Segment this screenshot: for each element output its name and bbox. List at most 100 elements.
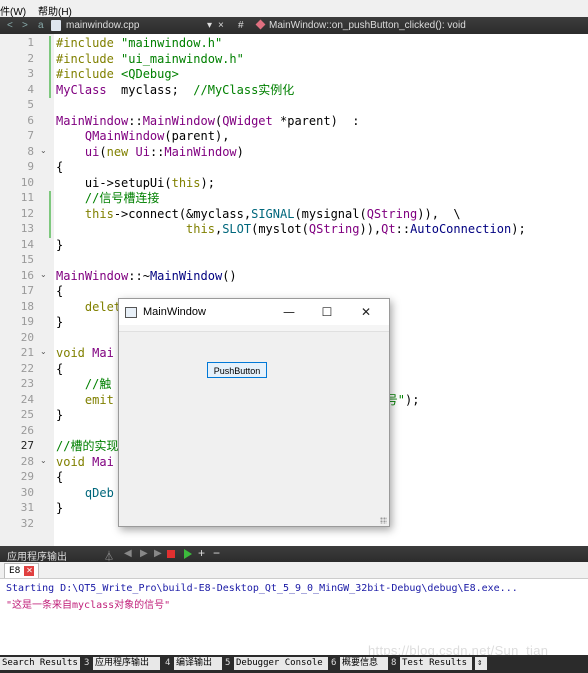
code-line: { <box>56 361 64 376</box>
code-line: #include "mainwindow.h" <box>56 36 223 50</box>
output-tab-e8[interactable]: E8 ✕ <box>4 563 40 578</box>
menu-help[interactable]: 帮助(H) <box>38 3 72 18</box>
code-line: } <box>56 408 64 422</box>
line-number: 27 <box>20 439 34 452</box>
fold-toggle-icon[interactable]: ⌄ <box>40 270 47 279</box>
code-line: #include "ui_mainwindow.h" <box>56 51 244 66</box>
line-number: 18 <box>20 299 34 313</box>
editor-toolbar: < > a mainwindow.cpp ▾ × # MainWindow::o… <box>0 17 588 34</box>
line-number: 4 <box>27 82 34 96</box>
line-number: 9 <box>27 160 34 173</box>
code-line: this->connect(&myclass,SIGNAL(mysignal(Q… <box>84 206 461 221</box>
function-icon <box>255 19 266 30</box>
zoom-in-icon[interactable]: + <box>198 546 205 560</box>
play-icon[interactable]: ▶ <box>154 548 162 559</box>
status-bar: Search Results 3 应用程序输出 4 编译输出 5 Debugge… <box>0 655 588 673</box>
menu-window[interactable]: 件(W) <box>0 3 26 18</box>
line-number: 10 <box>20 175 34 189</box>
filter-icon[interactable]: ⏃ <box>104 548 114 563</box>
file-dropdown-icon[interactable]: ▾ <box>207 20 212 31</box>
line-number: 31 <box>20 501 34 514</box>
output-panel-header: 应用程序输出 ⏃ ◀ ▶ ▶ + − <box>0 546 588 563</box>
code-line: { <box>56 284 64 298</box>
resize-grip[interactable] <box>380 517 387 524</box>
output-line: Starting D:\QT5_Write_Pro\build-E8-Deskt… <box>6 583 518 594</box>
line-number: 19 <box>20 315 34 328</box>
push-button[interactable]: PushButton <box>207 362 267 378</box>
symbol-hash-icon: # <box>238 20 244 31</box>
run-icon[interactable] <box>184 549 192 559</box>
pane-compile-output[interactable]: 编译输出 <box>174 657 222 670</box>
line-number: 20 <box>20 330 34 344</box>
line-number: 5 <box>27 98 34 111</box>
line-number: 11 <box>20 191 34 204</box>
line-number: 17 <box>20 284 34 297</box>
prev-icon[interactable]: ◀ <box>124 548 132 559</box>
dialog-menubar <box>119 325 389 332</box>
pane-general-messages[interactable]: 概要信息 <box>340 657 388 670</box>
symbol-selector[interactable]: MainWindow::on_pushButton_clicked(): voi… <box>269 20 466 31</box>
file-selector[interactable]: mainwindow.cpp <box>66 20 139 31</box>
code-line: void Mai <box>56 454 114 469</box>
change-marker <box>49 36 51 98</box>
forward-icon[interactable]: > <box>22 20 28 31</box>
line-number: 23 <box>20 377 34 390</box>
close-button[interactable]: ✕ <box>356 303 376 321</box>
code-line: { <box>56 160 64 174</box>
minimize-button[interactable]: — <box>279 303 299 321</box>
more-panes-icon[interactable]: ⇕ <box>475 657 487 670</box>
pane-number: 8 <box>391 658 397 668</box>
back-icon[interactable]: < <box>7 20 13 31</box>
line-number: 13 <box>20 222 34 235</box>
line-number: 7 <box>27 129 34 142</box>
line-number: 22 <box>20 361 34 375</box>
line-number: 28 <box>20 454 34 468</box>
pane-debugger-console[interactable]: Debugger Console <box>234 657 328 670</box>
code-line: void Mai <box>56 346 114 360</box>
output-panel-title: 应用程序输出 <box>7 552 67 563</box>
fold-toggle-icon[interactable]: ⌄ <box>40 347 47 356</box>
pane-app-output[interactable]: 应用程序输出 <box>93 657 160 670</box>
dialog-titlebar[interactable]: MainWindow — ☐ ✕ <box>119 299 389 325</box>
close-tab-icon[interactable]: ✕ <box>24 565 35 576</box>
window-icon <box>125 307 137 318</box>
line-number: 29 <box>20 470 34 483</box>
code-line: { <box>56 470 64 484</box>
code-line: qDeb <box>84 485 114 500</box>
line-number: 26 <box>20 423 34 437</box>
stop-icon[interactable] <box>167 550 175 558</box>
line-number: 25 <box>20 408 34 421</box>
code-line: //信号槽连接 <box>84 191 160 205</box>
zoom-out-icon[interactable]: − <box>213 546 220 560</box>
code-line: MyClass myclass; //MyClass实例化 <box>56 82 295 97</box>
line-number: 8 <box>27 144 34 158</box>
code-line: ui(new Ui::MainWindow) <box>84 144 244 159</box>
code-line: #include <QDebug> <box>56 67 179 81</box>
output-line: "这是一条来自myclass对象的信号" <box>6 600 171 611</box>
line-number: 24 <box>20 392 34 406</box>
close-file-icon[interactable]: × <box>218 20 224 31</box>
mainwindow-dialog[interactable]: MainWindow — ☐ ✕ PushButton <box>118 298 390 527</box>
line-number: 15 <box>20 253 34 266</box>
fold-toggle-icon[interactable]: ⌄ <box>40 456 47 465</box>
fold-toggle-icon[interactable]: ⌄ <box>40 146 47 155</box>
maximize-button[interactable]: ☐ <box>317 303 337 321</box>
line-number-gutter: 1 2 3 4 5 6 7 8 ⌄ 9 10 11 12 13 14 15 16 ⌄ 17 18 19 20 21 ⌄ 22 23… <box>0 34 54 546</box>
code-line: ui->setupUi(this); <box>56 175 215 190</box>
next-icon[interactable]: ▶ <box>140 548 148 559</box>
output-tabs: E8 ✕ <box>0 562 588 579</box>
pane-number: 6 <box>331 658 337 668</box>
pane-test-results[interactable]: Test Results <box>400 657 472 670</box>
pane-number: 4 <box>165 658 171 668</box>
output-tab-label: E8 <box>9 566 21 576</box>
code-line: } <box>56 315 64 329</box>
dialog-title: MainWindow <box>143 306 206 318</box>
line-number: 6 <box>27 113 34 127</box>
line-number: 1 <box>27 36 34 49</box>
line-number: 30 <box>20 485 34 499</box>
line-number: 3 <box>27 67 34 80</box>
pane-search-results[interactable]: Search Results <box>0 657 80 670</box>
line-number: 21 <box>20 346 34 359</box>
line-number: 16 <box>20 268 34 282</box>
cpp-file-icon <box>51 20 61 31</box>
